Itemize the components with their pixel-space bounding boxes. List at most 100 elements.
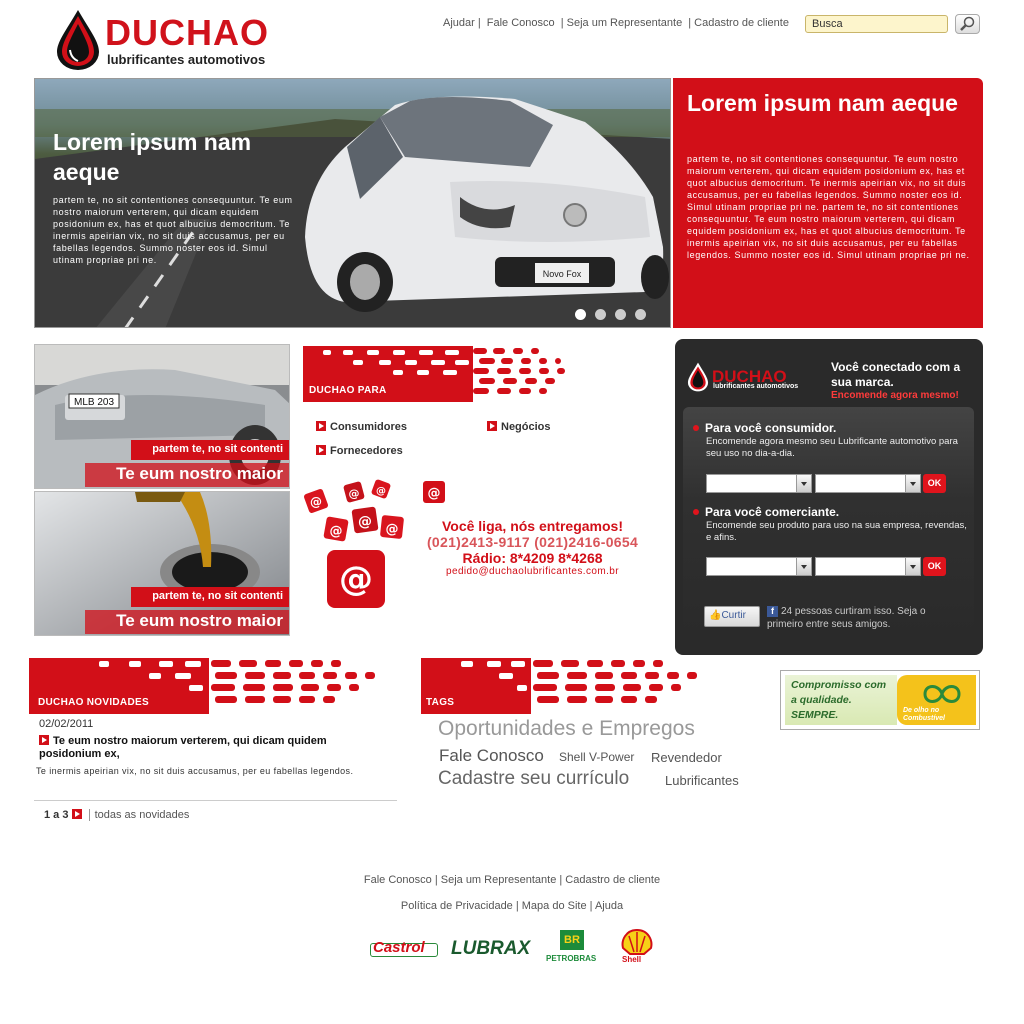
logo-name: DUCHAO bbox=[105, 12, 269, 53]
contact-email[interactable]: pedido@duchaolubrificantes.com.br bbox=[420, 566, 645, 577]
svg-text:@: @ bbox=[386, 522, 399, 537]
all-news-link[interactable]: todas as novidades bbox=[88, 809, 190, 821]
link-negocios[interactable]: Negócios bbox=[487, 420, 551, 433]
email-cube-icon: @ bbox=[423, 481, 445, 503]
svg-text:@: @ bbox=[339, 559, 373, 599]
news-headline-text: Te eum nostro maiorum verterem, qui dica… bbox=[39, 735, 327, 760]
consumer-text: Encomende agora mesmo seu Lubrificante a… bbox=[706, 436, 958, 459]
arrow-right-icon bbox=[487, 421, 497, 431]
facebook-like-count: f 24 pessoas curtiram isso. Seja o primei… bbox=[767, 605, 957, 631]
fuel-badge-text: De olho no Combustível bbox=[903, 707, 946, 722]
section-title: DUCHAO PARA bbox=[309, 385, 387, 396]
hero-slider[interactable]: Novo Fox Lorem ipsum nam aeque partem te… bbox=[34, 78, 671, 328]
news-header: DUCHAO NOVIDADES bbox=[29, 658, 379, 714]
news-headline[interactable]: Te eum nostro maiorum verterem, qui dica… bbox=[39, 734, 379, 761]
tag-link[interactable]: Cadastre seu currículo bbox=[438, 768, 629, 790]
link-label: Consumidores bbox=[330, 421, 408, 433]
slider-dot-1[interactable] bbox=[575, 309, 586, 320]
merchant-select-2[interactable] bbox=[815, 557, 921, 576]
svg-text:@: @ bbox=[310, 495, 322, 509]
chevron-down-icon bbox=[905, 475, 920, 492]
hero-text-panel: Lorem ipsum nam aeque partem te, no sit … bbox=[673, 78, 983, 328]
arrow-right-icon bbox=[316, 445, 326, 455]
feature-tile-car[interactable]: MLB 203 partem te, no sit contenti Te eu… bbox=[34, 344, 290, 489]
quality-text: Compromisso com a qualidade. SEMPRE. bbox=[785, 675, 897, 725]
consumer-title-text: Para você consumidor. bbox=[705, 421, 837, 435]
section-title: TAGS bbox=[426, 697, 455, 708]
svg-text:@: @ bbox=[330, 524, 343, 539]
slider-dot-4[interactable] bbox=[635, 309, 646, 320]
svg-text:@: @ bbox=[376, 486, 386, 497]
link-fornecedores[interactable]: Fornecedores bbox=[316, 444, 403, 457]
hero-text: partem te, no sit contentiones consequun… bbox=[53, 195, 293, 265]
shell-label: Shell bbox=[622, 955, 642, 964]
logo-subtitle: lubrificantes automotivos bbox=[107, 52, 266, 67]
tag-link[interactable]: Oportunidades e Empregos bbox=[438, 717, 695, 741]
tag-link[interactable]: Revendedor bbox=[651, 750, 722, 765]
order-box: DUCHAO lubrificantes automotivos Você co… bbox=[675, 339, 983, 655]
facebook-like-button[interactable]: 👍Curtir bbox=[704, 606, 760, 627]
petrobras-label: PETROBRAS bbox=[546, 954, 597, 963]
like-count-text: 24 pessoas curtiram isso. Seja o primeir… bbox=[767, 606, 926, 630]
car-image: Novo Fox bbox=[305, 96, 669, 312]
tile-caption: partem te, no sit contenti bbox=[131, 440, 289, 460]
bullet-icon bbox=[693, 509, 699, 515]
castrol-logo[interactable]: Castrol bbox=[370, 939, 440, 960]
castrol-label: Castrol bbox=[373, 939, 425, 956]
tile-headline: Te eum nostro maior bbox=[85, 610, 289, 634]
consumer-select-1[interactable] bbox=[706, 474, 812, 493]
nav-link-cadastro[interactable]: | Cadastro de cliente bbox=[688, 17, 789, 29]
contact-headline: Você liga, nós entregamos! bbox=[441, 518, 623, 534]
nav-link-ajudar[interactable]: Ajudar | bbox=[443, 17, 481, 29]
car-plate: Novo Fox bbox=[543, 269, 582, 279]
tag-link[interactable]: Fale Conosco bbox=[439, 746, 544, 766]
quality-banner[interactable]: Compromisso com a qualidade. SEMPRE. De … bbox=[780, 670, 980, 730]
duchao-para-header: DUCHAO PARA bbox=[303, 346, 575, 402]
merchant-text: Encomende seu produto para uso na sua em… bbox=[706, 520, 967, 543]
oil-drop-icon bbox=[57, 10, 99, 70]
merchant-ok-button[interactable]: OK bbox=[923, 557, 946, 576]
consumer-select-2[interactable] bbox=[815, 474, 921, 493]
facebook-icon: f bbox=[767, 606, 778, 617]
arrow-right-icon bbox=[316, 421, 326, 431]
next-page-icon[interactable] bbox=[71, 809, 82, 819]
like-label: Curtir bbox=[721, 610, 746, 621]
arrow-right-icon bbox=[39, 735, 49, 745]
panel-text: partem te, no sit contentiones consequun… bbox=[687, 154, 970, 260]
slider-dot-3[interactable] bbox=[615, 309, 626, 320]
footer-legal-links[interactable]: Política de Privacidade | Mapa do Site |… bbox=[0, 900, 1024, 912]
tile-caption: partem te, no sit contenti bbox=[131, 587, 289, 607]
search-button[interactable] bbox=[955, 14, 980, 34]
thumbs-up-icon: 👍 bbox=[709, 610, 722, 621]
footer-links[interactable]: Fale Conosco | Seja um Representante | C… bbox=[0, 874, 1024, 886]
merchant-select-1[interactable] bbox=[706, 557, 812, 576]
fuel-badge: De olho no Combustível bbox=[897, 675, 976, 725]
oil-drop-icon bbox=[687, 362, 709, 392]
chevron-down-icon bbox=[796, 558, 811, 575]
feature-tile-oil[interactable]: partem te, no sit contenti Te eum nostro… bbox=[34, 491, 290, 636]
section-title: DUCHAO NOVIDADES bbox=[38, 697, 149, 708]
nav-link-fale-conosco[interactable]: Fale Conosco bbox=[487, 17, 555, 29]
box-logo-sub: lubrificantes automotivos bbox=[713, 383, 799, 390]
tag-link[interactable]: Shell V-Power bbox=[559, 750, 634, 764]
tag-link[interactable]: Lubrificantes bbox=[665, 773, 739, 788]
merchant-title: Para você comerciante. bbox=[693, 505, 839, 519]
petrobras-logo[interactable]: BR PETROBRAS bbox=[546, 930, 602, 966]
link-consumidores[interactable]: Consumidores bbox=[316, 420, 407, 433]
slider-dot-2[interactable] bbox=[595, 309, 606, 320]
box-tagline-cta[interactable]: Encomende agora mesmo! bbox=[831, 390, 959, 401]
consumer-ok-button[interactable]: OK bbox=[923, 474, 946, 493]
infinity-icon bbox=[923, 685, 961, 703]
shell-logo[interactable]: Shell bbox=[620, 928, 654, 966]
chevron-down-icon bbox=[905, 558, 920, 575]
contact-phones: (021)2413-9117 (021)2416-0654 bbox=[426, 534, 639, 550]
contact-block: Você liga, nós entregamos! (021)2413-911… bbox=[420, 518, 645, 577]
bullet-icon bbox=[693, 425, 699, 431]
nav-link-representante[interactable]: | Seja um Representante bbox=[561, 17, 682, 29]
site-logo[interactable]: DUCHAO lubrificantes automotivos bbox=[55, 8, 305, 74]
news-pager: 1 a 3 todas as novidades bbox=[44, 808, 190, 821]
hero-title: Lorem ipsum nam aeque bbox=[53, 129, 252, 185]
lubrax-logo[interactable]: LUBRAX bbox=[451, 938, 530, 960]
link-label: Fornecedores bbox=[330, 445, 403, 457]
search-input[interactable] bbox=[805, 15, 948, 33]
